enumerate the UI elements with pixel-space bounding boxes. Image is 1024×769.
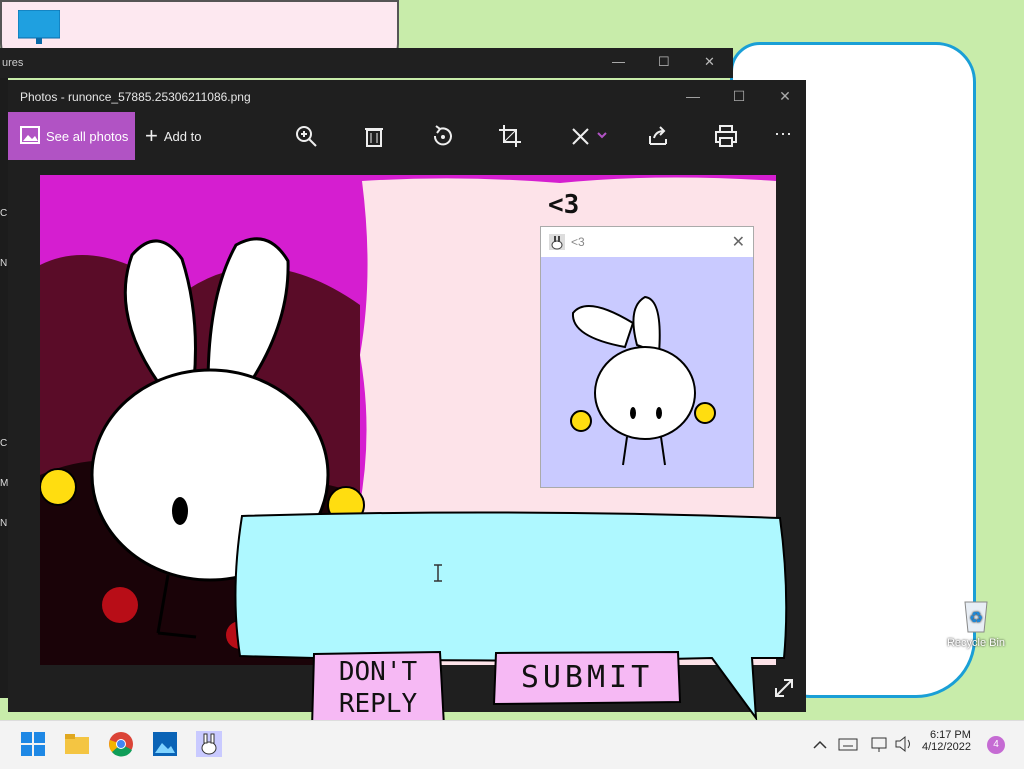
keyboard-icon[interactable] xyxy=(838,731,858,757)
zoom-in-icon[interactable] xyxy=(294,124,318,148)
delete-icon[interactable] xyxy=(362,124,386,148)
submit-button[interactable]: SUBMIT xyxy=(492,650,682,706)
chrome-icon[interactable] xyxy=(108,731,134,757)
see-all-photos-label: See all photos xyxy=(46,128,129,144)
maximize-icon[interactable]: ☐ xyxy=(726,86,752,106)
add-to-button[interactable]: + Add to xyxy=(145,112,201,160)
bunny-app-icon xyxy=(549,234,565,253)
plus-icon: + xyxy=(145,123,158,148)
fullscreen-icon[interactable] xyxy=(772,676,796,700)
start-icon[interactable] xyxy=(20,731,46,757)
bunny-app-icon[interactable] xyxy=(196,731,222,757)
submit-label: SUBMIT xyxy=(520,660,654,695)
minimize-icon[interactable]: — xyxy=(680,86,706,106)
print-icon[interactable] xyxy=(714,124,738,148)
file-explorer-icon[interactable] xyxy=(64,731,90,757)
minimize-icon[interactable]: — xyxy=(612,54,625,69)
notification-badge[interactable]: 4 xyxy=(987,736,1005,754)
add-to-label: Add to xyxy=(163,128,202,144)
edge-letter: N xyxy=(0,518,8,529)
recycle-bin[interactable]: ♻ Recycle Bin xyxy=(944,598,1008,649)
clock-date: 4/12/2022 xyxy=(922,741,971,753)
chevron-up-icon[interactable] xyxy=(812,731,828,757)
monitor-icon[interactable] xyxy=(17,9,61,44)
recycle-bin-label: Recycle Bin xyxy=(946,637,1006,649)
dialog-titlebar: <3 ✕ xyxy=(541,227,753,257)
edit-icon[interactable] xyxy=(570,124,610,148)
edge-letter: C xyxy=(0,208,8,219)
rotate-icon[interactable] xyxy=(430,124,454,148)
window-title: Photos - runonce_57885.25306211086.png xyxy=(20,90,251,104)
dont-reply-button[interactable]: DON'T REPLY xyxy=(310,650,446,730)
heart-label: <3 xyxy=(548,190,580,220)
reply-text-box[interactable] xyxy=(232,511,788,722)
clock[interactable]: 6:17 PM 4/12/2022 xyxy=(922,729,971,753)
close-icon[interactable]: ✕ xyxy=(732,232,745,252)
dont-reply-label: DON'T REPLY xyxy=(338,657,418,719)
background-window-edge: C N C M N xyxy=(0,78,8,698)
background-window-titlebar: ures — ☐ ✕ xyxy=(0,48,733,78)
svg-text:♻: ♻ xyxy=(969,608,983,627)
heart-dialog: <3 ✕ xyxy=(540,226,754,488)
photos-toolbar: See all photos + Add to ⋯ xyxy=(8,112,806,160)
edge-letter: C xyxy=(0,438,8,449)
background-window-title: ures xyxy=(2,57,24,69)
photos-titlebar: Photos - runonce_57885.25306211086.png —… xyxy=(8,80,806,112)
taskbar: 6:17 PM 4/12/2022 4 xyxy=(0,720,1024,769)
photos-app-icon[interactable] xyxy=(152,731,178,757)
text-cursor-icon xyxy=(432,564,444,587)
small-bunny-image xyxy=(570,295,716,466)
clock-time: 6:17 PM xyxy=(929,729,971,741)
dialog-title: <3 xyxy=(571,235,585,249)
volume-icon[interactable] xyxy=(894,731,914,757)
close-icon[interactable]: ✕ xyxy=(772,86,798,106)
share-icon[interactable] xyxy=(646,124,670,148)
crop-icon[interactable] xyxy=(498,124,522,148)
edge-letter: N xyxy=(0,258,8,269)
dialog-body xyxy=(541,257,753,487)
network-icon[interactable] xyxy=(870,731,890,757)
maximize-icon[interactable]: ☐ xyxy=(658,54,670,70)
see-all-photos-button[interactable]: See all photos xyxy=(8,112,135,160)
recycle-bin-icon: ♻ xyxy=(944,598,1008,637)
more-icon[interactable]: ⋯ xyxy=(774,124,798,148)
close-icon[interactable]: ✕ xyxy=(704,54,715,70)
photos-icon xyxy=(20,125,40,147)
